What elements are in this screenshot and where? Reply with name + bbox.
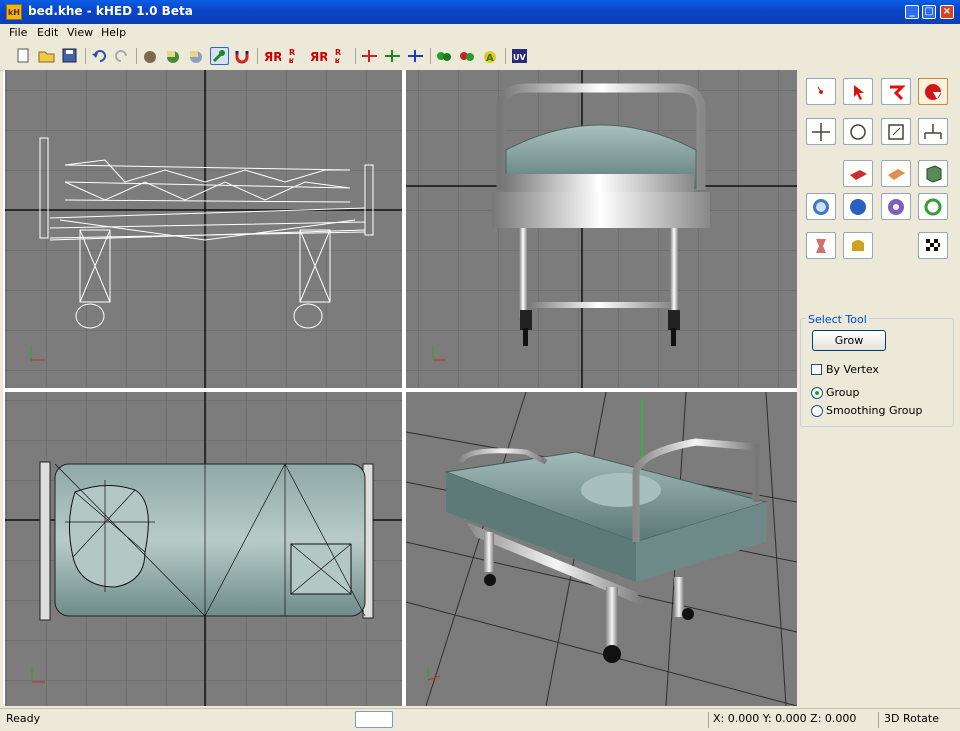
torus-icon[interactable] bbox=[881, 193, 911, 220]
flip-r-2-icon[interactable]: Rʁ bbox=[285, 47, 304, 65]
select-tool-title: Select Tool bbox=[806, 313, 869, 326]
undo-icon[interactable] bbox=[90, 47, 109, 65]
toolbar: ЯR Rʁ ЯR Rʁ A UV bbox=[0, 42, 960, 71]
flip-r-3-icon[interactable]: ЯR bbox=[308, 47, 328, 65]
redo-icon[interactable] bbox=[112, 47, 131, 65]
green-blobs-icon[interactable] bbox=[435, 47, 454, 65]
flip-r-1-icon[interactable]: ЯR bbox=[262, 47, 282, 65]
save-icon[interactable] bbox=[60, 47, 79, 65]
svg-text:A: A bbox=[486, 53, 494, 64]
mode-readout: 3D Rotate bbox=[884, 712, 939, 725]
group-radio[interactable] bbox=[811, 387, 823, 399]
mirror-x-icon[interactable] bbox=[360, 47, 379, 65]
grow-button[interactable]: Grow bbox=[812, 330, 886, 351]
checker-texture-icon[interactable] bbox=[918, 232, 948, 259]
export-icon[interactable] bbox=[187, 47, 206, 65]
front-view[interactable] bbox=[5, 70, 402, 388]
open-folder-icon[interactable] bbox=[37, 47, 56, 65]
sphere-outline-icon[interactable] bbox=[806, 193, 836, 220]
import-icon[interactable] bbox=[164, 47, 183, 65]
title-bar: kH bed.khe - kHED 1.0 Beta _ ▢ × bbox=[0, 0, 960, 24]
rotate-icon[interactable] bbox=[843, 118, 873, 145]
side-view[interactable] bbox=[406, 70, 797, 388]
top-view[interactable] bbox=[5, 392, 402, 706]
ring-icon[interactable] bbox=[918, 193, 948, 220]
sphere-icon[interactable] bbox=[843, 193, 873, 220]
menu-file[interactable]: File bbox=[9, 26, 27, 39]
letter-a-icon[interactable]: A bbox=[481, 47, 500, 65]
select-vertex-icon[interactable] bbox=[806, 78, 836, 105]
menu-edit[interactable]: Edit bbox=[37, 26, 58, 39]
menu-bar: File Edit View Help bbox=[0, 24, 960, 42]
close-button[interactable]: × bbox=[940, 5, 954, 19]
cone-icon[interactable] bbox=[806, 232, 836, 259]
flip-r-4-icon[interactable]: Rʁ bbox=[331, 47, 350, 65]
smoothing-group-label: Smoothing Group bbox=[826, 404, 923, 417]
scale-icon[interactable] bbox=[881, 118, 911, 145]
svg-text:UV: UV bbox=[513, 53, 526, 62]
new-file-icon[interactable] bbox=[14, 47, 33, 65]
select-edge-icon[interactable] bbox=[881, 78, 911, 105]
status-bar: Ready X: 0.000 Y: 0.000 Z: 0.000 3D Rota… bbox=[0, 708, 960, 731]
app-icon: kH bbox=[6, 4, 22, 20]
select-face-icon[interactable] bbox=[918, 78, 948, 105]
cylinder-icon[interactable] bbox=[843, 232, 873, 259]
status-text: Ready bbox=[6, 712, 41, 725]
magnet-icon[interactable] bbox=[233, 47, 252, 65]
by-vertex-checkbox[interactable] bbox=[811, 364, 822, 375]
svg-text:ЯR: ЯR bbox=[310, 50, 327, 64]
menu-view[interactable]: View bbox=[67, 26, 93, 39]
quad-icon[interactable] bbox=[881, 160, 911, 187]
mirror-y-icon[interactable] bbox=[383, 47, 402, 65]
select-arrow-icon[interactable] bbox=[843, 78, 873, 105]
load-model-icon[interactable] bbox=[141, 47, 160, 65]
svg-text:ʁ: ʁ bbox=[335, 56, 340, 65]
group-label: Group bbox=[826, 386, 860, 399]
coordinates-readout: X: 0.000 Y: 0.000 Z: 0.000 bbox=[713, 712, 857, 725]
mirror-z-icon[interactable] bbox=[406, 47, 425, 65]
move-icon[interactable] bbox=[806, 118, 836, 145]
by-vertex-label: By Vertex bbox=[826, 363, 879, 376]
menu-help[interactable]: Help bbox=[101, 26, 126, 39]
window-title: bed.khe - kHED 1.0 Beta bbox=[28, 4, 193, 18]
plane-icon[interactable] bbox=[843, 160, 873, 187]
smoothing-group-radio[interactable] bbox=[811, 405, 823, 417]
svg-text:ЯR: ЯR bbox=[264, 50, 281, 64]
minimize-button[interactable]: _ bbox=[905, 5, 919, 19]
box-icon[interactable] bbox=[918, 160, 948, 187]
perspective-view[interactable] bbox=[406, 392, 797, 706]
wrench-tool-icon[interactable] bbox=[210, 47, 229, 65]
progress-box bbox=[355, 711, 393, 728]
svg-text:ʁ: ʁ bbox=[289, 56, 294, 65]
uv-editor-icon[interactable]: UV bbox=[510, 47, 529, 65]
extrude-icon[interactable] bbox=[918, 118, 948, 145]
maximize-button[interactable]: ▢ bbox=[922, 5, 936, 19]
red-green-blobs-icon[interactable] bbox=[458, 47, 477, 65]
